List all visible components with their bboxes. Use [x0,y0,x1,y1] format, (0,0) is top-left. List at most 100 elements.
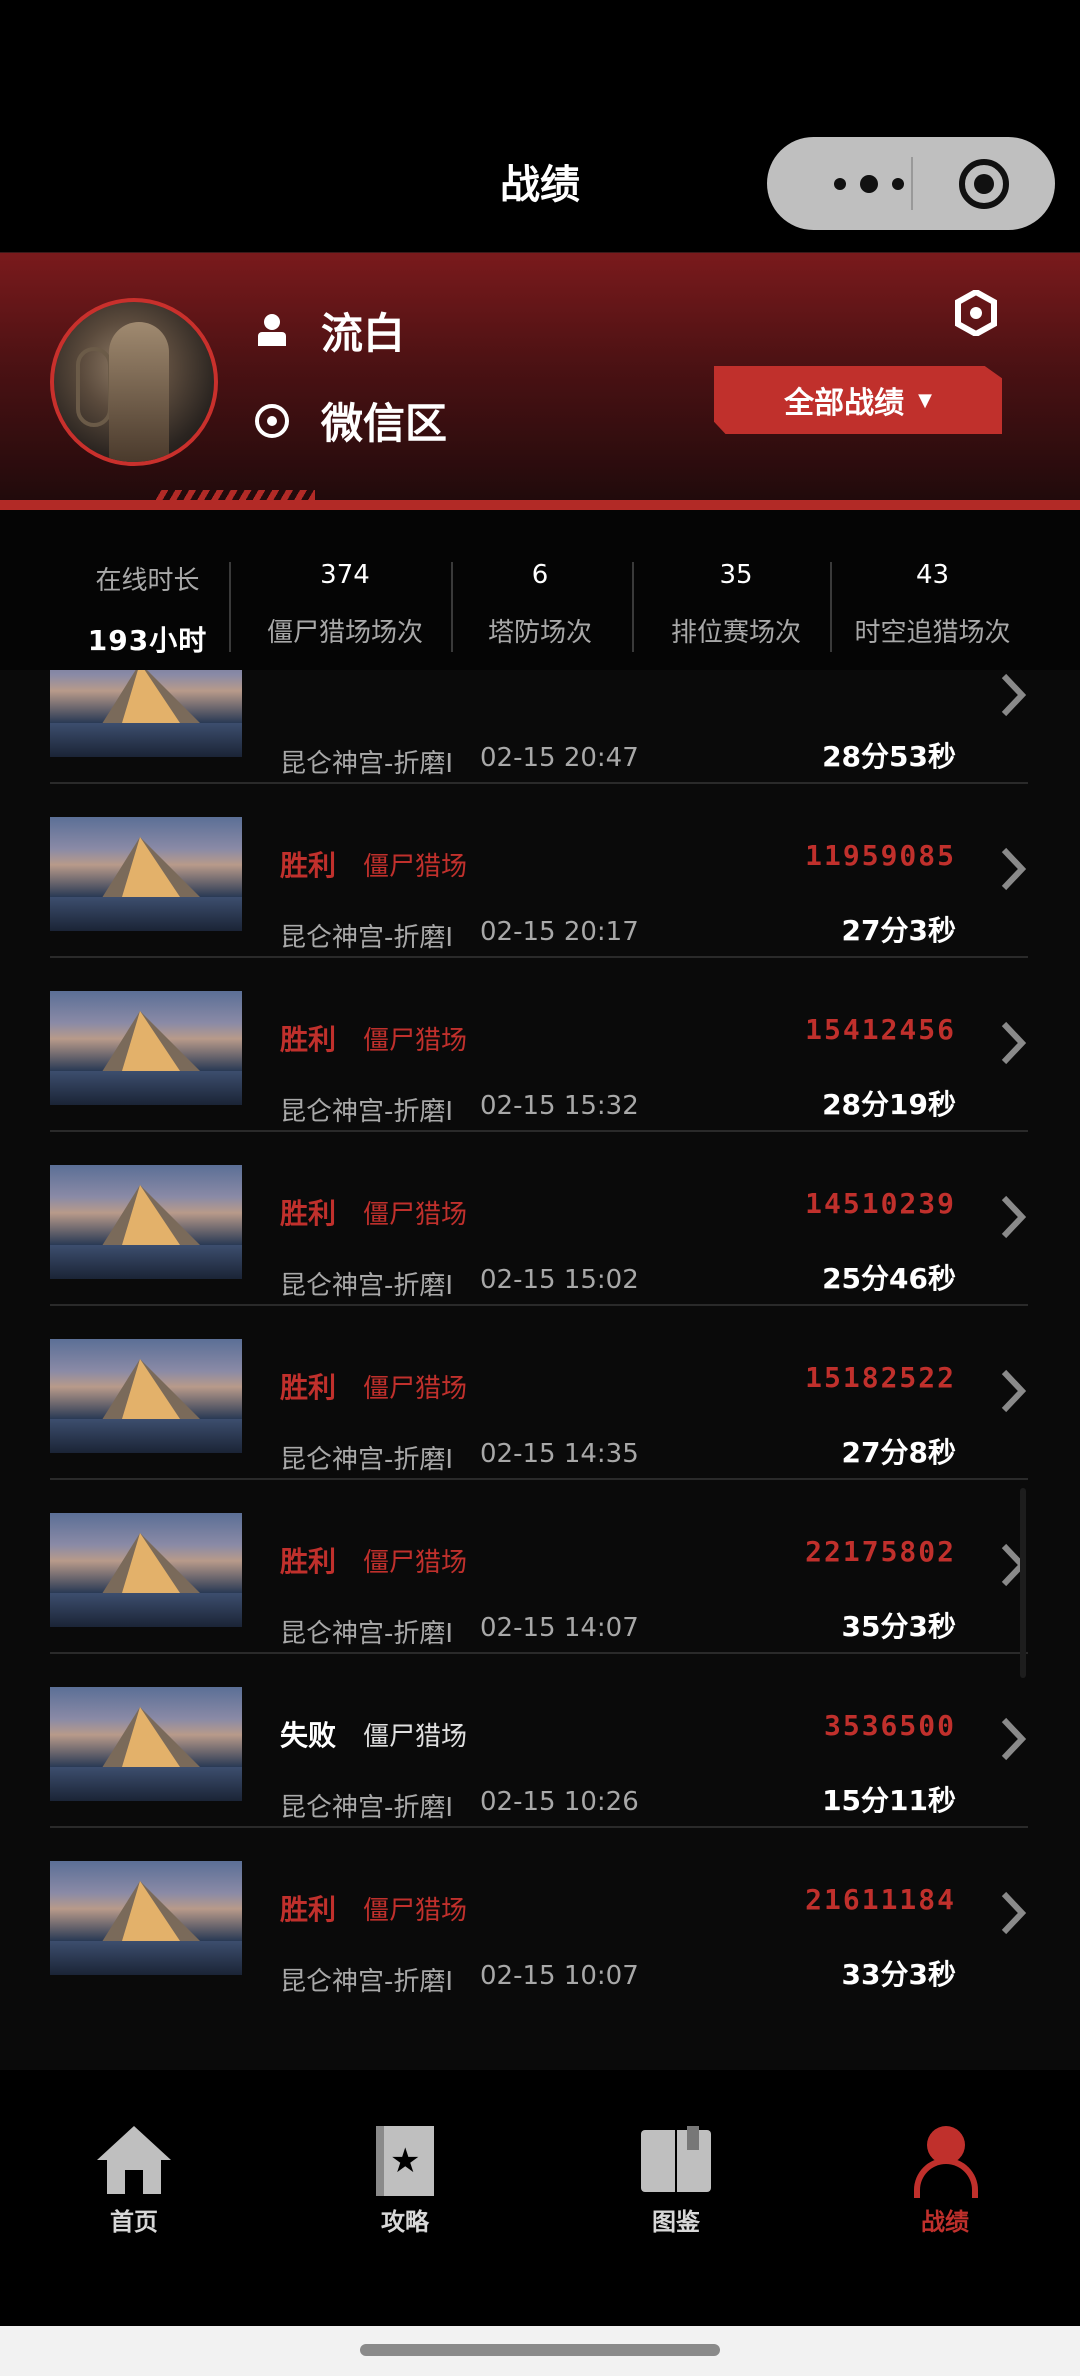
map-name: 昆仑神宫-折磨I [280,923,454,953]
match-duration: 15分11秒 [822,1784,956,1817]
stat-label: 排位赛场次 [670,618,801,648]
match-time: 02-15 15:02 [480,1265,639,1295]
stat-value: 35 [719,560,753,590]
map-name: 昆仑神宫-折磨I [280,1793,454,1823]
stat-value: 6 [531,560,549,590]
match-result: 胜利 [280,1197,337,1230]
match-row[interactable]: 失败 僵尸猎场 3536500 昆仑神宫-折磨I 02-15 10:26 15分… [50,1654,1028,1828]
map-name: 昆仑神宫-折磨I [280,749,454,779]
match-result: 胜利 [280,1371,337,1404]
match-time: 02-15 15:32 [480,1091,639,1121]
nav-item-guide[interactable]: ★ 攻略 [335,2126,475,2237]
match-mode: 僵尸猎场 [363,852,468,882]
match-score: 3536500 [823,1709,956,1742]
stats-bar: 在线时长 193小时 374 僵尸猎场场次 6 塔防场次 35 排位赛场次 43… [0,510,1080,670]
map-name: 昆仑神宫-折磨I [280,1445,454,1475]
match-row[interactable]: 胜利 僵尸猎场 21611184 昆仑神宫-折磨I 02-15 10:07 33… [50,1828,1028,2002]
stat-zombie-hunt: 374 僵尸猎场场次 [250,560,440,649]
match-mode: 僵尸猎场 [363,1722,468,1752]
scrollbar[interactable] [1020,1488,1026,1678]
capsule-divider [911,157,913,210]
server-name: 微信区 [321,399,448,448]
match-score: 21611184 [805,1883,956,1916]
match-duration: 35分3秒 [841,1610,956,1643]
avatar[interactable] [50,298,218,466]
match-row[interactable]: 昆仑神宫-折磨I 02-15 20:47 28分53秒 [50,670,1028,784]
nav-label: 攻略 [381,2208,429,2236]
match-time: 02-15 14:07 [480,1613,639,1643]
map-thumbnail [50,991,242,1105]
stat-ranked: 35 排位赛场次 [652,560,820,649]
match-mode: 僵尸猎场 [363,1374,468,1404]
match-mode: 僵尸猎场 [363,1026,468,1056]
match-score: 22175802 [805,1535,956,1568]
match-result: 胜利 [280,1545,337,1578]
match-score: 14510239 [805,1187,956,1220]
match-row[interactable]: 胜利 僵尸猎场 22175802 昆仑神宫-折磨I 02-15 14:07 35… [50,1480,1028,1654]
more-dot-icon [834,177,846,190]
bottom-nav: 首页 ★ 攻略 图鉴 战绩 [0,2070,1080,2326]
target-icon [255,403,289,438]
home-indicator[interactable] [360,2344,720,2356]
stat-time-hunt: 43 时空追猎场次 [845,560,1020,649]
match-mode: 僵尸猎场 [363,1200,468,1230]
match-row[interactable]: 胜利 僵尸猎场 14510239 昆仑神宫-折磨I 02-15 15:02 25… [50,1132,1028,1306]
match-result: 胜利 [280,1023,337,1056]
match-mode: 僵尸猎场 [363,1548,468,1578]
header-stripe [0,500,1080,510]
stat-value: 374 [320,560,370,590]
match-duration: 27分8秒 [841,1436,956,1469]
stat-value: 43 [915,560,950,590]
nav-label: 图鉴 [652,2208,700,2236]
map-thumbnail [50,670,242,757]
profile-header: 流白 微信区 全部战绩 ▼ [0,252,1080,510]
match-list[interactable]: 昆仑神宫-折磨I 02-15 20:47 28分53秒 胜利 僵尸猎场 1195… [0,670,1080,2070]
match-duration: 28分19秒 [822,1088,956,1121]
chevron-right-icon [1001,1891,1027,1935]
match-time: 02-15 20:47 [480,743,639,773]
map-name: 昆仑神宫-折磨I [280,1097,454,1127]
match-time: 02-15 14:35 [480,1439,639,1469]
caret-down-icon: ▼ [918,389,932,411]
match-duration: 28分53秒 [822,740,956,773]
miniprogram-capsule [767,137,1055,230]
match-row[interactable]: 胜利 僵尸猎场 15182522 昆仑神宫-折磨I 02-15 14:35 27… [50,1306,1028,1480]
chevron-right-icon [1001,847,1027,891]
stat-value: 193小时 [87,624,208,657]
stat-label: 塔防场次 [487,618,592,648]
match-score: 15412456 [805,1013,956,1046]
stat-label: 在线时长 [95,566,200,596]
map-thumbnail [50,1687,242,1801]
map-name: 昆仑神宫-折磨I [280,1967,454,1997]
stat-divider [451,562,453,652]
nav-label: 首页 [110,2208,158,2236]
match-score: 11959085 [805,839,956,872]
system-gesture-bar [0,2326,1080,2376]
match-row[interactable]: 胜利 僵尸猎场 11959085 昆仑神宫-折磨I 02-15 20:17 27… [50,784,1028,958]
more-dot-icon [892,177,904,190]
map-thumbnail [50,1513,242,1627]
map-name: 昆仑神宫-折磨I [280,1271,454,1301]
profile-icon [908,2126,982,2198]
map-thumbnail [50,817,242,931]
chevron-right-icon [1001,1021,1027,1065]
match-row[interactable]: 胜利 僵尸猎场 15412456 昆仑神宫-折磨I 02-15 15:32 28… [50,958,1028,1132]
avatar-figure [76,347,112,427]
match-mode: 僵尸猎场 [363,1896,468,1926]
match-time: 02-15 10:26 [480,1787,639,1817]
nav-item-home[interactable]: 首页 [64,2126,204,2237]
nav-item-atlas[interactable]: 图鉴 [606,2126,746,2237]
top-bar: 战绩 [0,0,1080,252]
match-time: 02-15 20:17 [480,917,639,947]
filter-dropdown-button[interactable]: 全部战绩 ▼ [714,366,1002,434]
nav-item-records[interactable]: 战绩 [875,2126,1015,2237]
settings-hex-icon[interactable] [955,290,997,336]
stat-label: 时空追猎场次 [854,618,1011,648]
map-thumbnail [50,1339,242,1453]
avatar-figure [109,322,169,462]
stat-divider [830,562,832,652]
username-row: 流白 [255,300,405,361]
close-miniprogram-button[interactable] [959,159,1009,209]
atlas-book-icon [639,2126,713,2196]
stat-tower-defense: 6 塔防场次 [465,560,615,649]
